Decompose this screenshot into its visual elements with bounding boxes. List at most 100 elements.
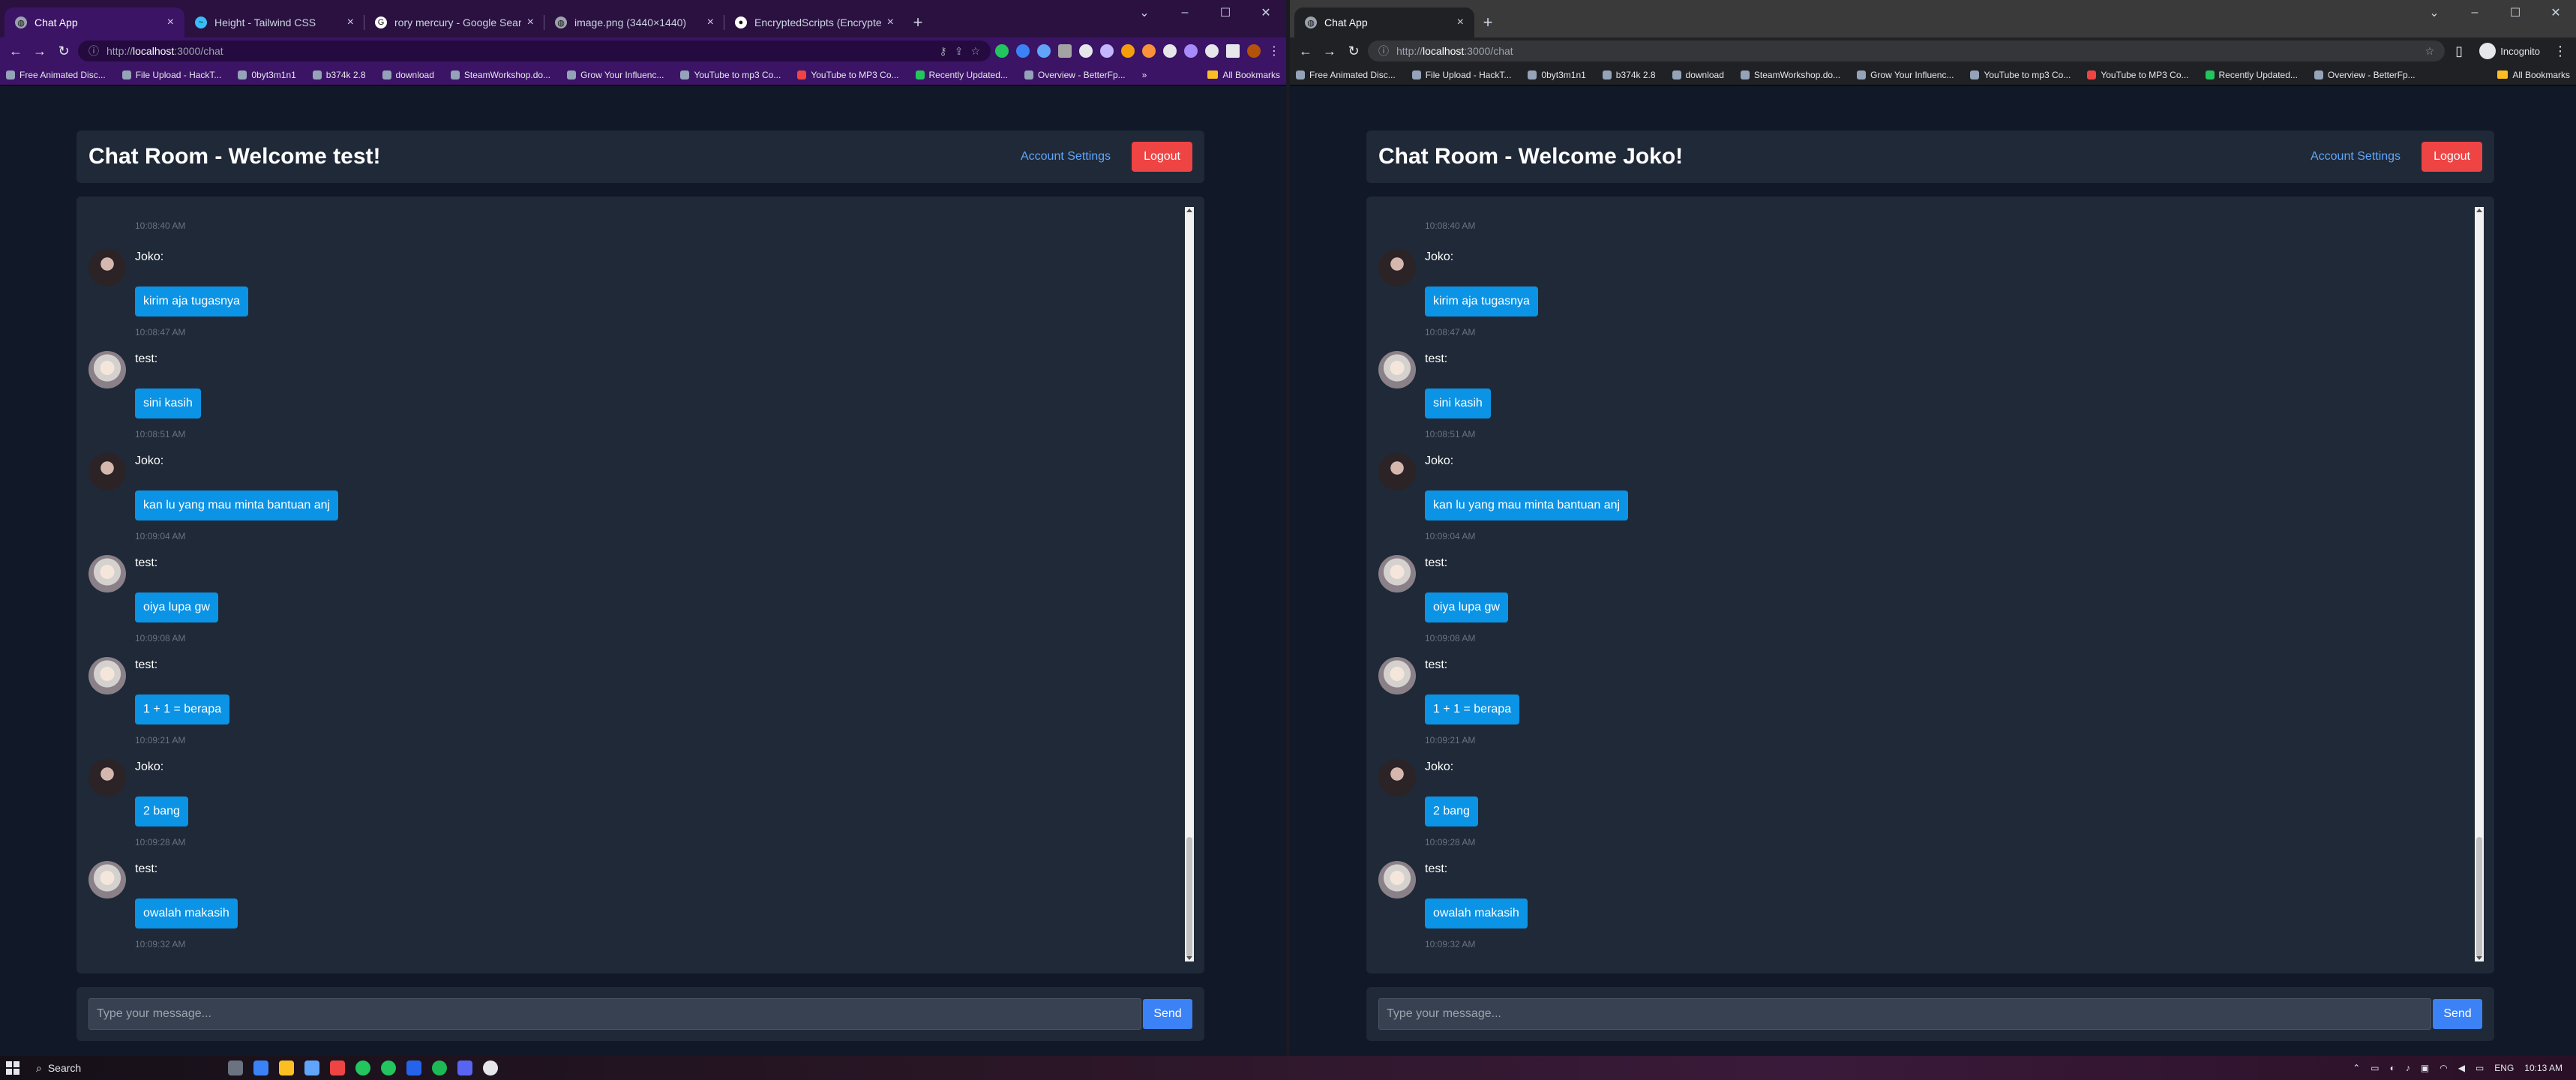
- close-tab-icon[interactable]: ×: [887, 16, 894, 29]
- logout-button[interactable]: Logout: [1132, 142, 1192, 172]
- volume-icon[interactable]: ◀: [2458, 1063, 2465, 1073]
- close-window-button[interactable]: ✕: [1246, 0, 1286, 26]
- tray-icon[interactable]: ◐: [2390, 1063, 2395, 1073]
- taskbar-search[interactable]: ⌕ Search: [30, 1058, 217, 1078]
- extension-icon[interactable]: [995, 44, 1009, 58]
- bookmark-item[interactable]: Free Animated Disc...: [6, 70, 106, 80]
- forward-icon[interactable]: →: [30, 41, 49, 61]
- minimize-button[interactable]: –: [1165, 0, 1205, 26]
- bookmark-item[interactable]: Overview - BetterFp...: [2314, 70, 2416, 80]
- bookmark-item[interactable]: Grow Your Influenc...: [567, 70, 664, 80]
- app-icon[interactable]: [253, 1060, 268, 1076]
- bookmark-item[interactable]: YouTube to mp3 Co...: [1970, 70, 2071, 80]
- tab-tailwind[interactable]: ~ Height - Tailwind CSS ×: [184, 8, 364, 38]
- extension-icon[interactable]: [1037, 44, 1051, 58]
- tab-google-search[interactable]: G rory mercury - Google Search ×: [364, 8, 544, 38]
- tab-chat-app[interactable]: ◍ Chat App ×: [4, 8, 184, 38]
- battery-icon[interactable]: ▭: [2476, 1063, 2484, 1073]
- app-icon[interactable]: [330, 1060, 345, 1076]
- share-icon[interactable]: ⇪: [955, 45, 964, 58]
- menu-icon[interactable]: ⋮: [2551, 41, 2570, 61]
- extension-icon[interactable]: [1163, 44, 1177, 58]
- bookmark-item[interactable]: Grow Your Influenc...: [1857, 70, 1954, 80]
- app-icon[interactable]: [304, 1060, 319, 1076]
- close-tab-icon[interactable]: ×: [167, 16, 174, 29]
- tray-icon[interactable]: ▣: [2421, 1063, 2429, 1073]
- menu-icon[interactable]: ⋮: [1268, 44, 1280, 58]
- all-bookmarks[interactable]: All Bookmarks: [1207, 70, 1280, 80]
- discord-icon[interactable]: [457, 1060, 472, 1076]
- maximize-button[interactable]: ☐: [1205, 0, 1246, 26]
- sidepanel-icon[interactable]: [1226, 44, 1240, 58]
- chevron-up-icon[interactable]: ⌃: [2353, 1063, 2360, 1073]
- scroll-down-arrow[interactable]: [1186, 956, 1192, 960]
- bookmark-item[interactable]: File Upload - HackT...: [1411, 70, 1511, 80]
- bookmark-item[interactable]: SteamWorkshop.do...: [450, 70, 550, 80]
- maximize-button[interactable]: ☐: [2495, 0, 2536, 26]
- scroll-up-arrow[interactable]: [2476, 208, 2482, 212]
- close-tab-icon[interactable]: ×: [347, 16, 354, 29]
- extension-icon[interactable]: [1079, 44, 1093, 58]
- bookmark-item[interactable]: Recently Updated...: [2205, 70, 2298, 80]
- bookmarks-overflow[interactable]: »: [1142, 70, 1147, 80]
- puzzle-icon[interactable]: [1205, 44, 1219, 58]
- scroll-down-arrow[interactable]: [2476, 956, 2482, 960]
- tab-image[interactable]: ◍ image.png (3440×1440) ×: [544, 8, 724, 38]
- clock[interactable]: 10:13 AM: [2524, 1063, 2563, 1073]
- info-icon[interactable]: ⓘ: [88, 44, 99, 58]
- bookmark-item[interactable]: YouTube to MP3 Co...: [2087, 70, 2189, 80]
- message-input[interactable]: Type your message...: [1378, 998, 2431, 1030]
- key-icon[interactable]: ⚷: [939, 45, 946, 58]
- message-input[interactable]: Type your message...: [88, 998, 1141, 1030]
- reload-icon[interactable]: ↻: [54, 41, 73, 61]
- close-tab-icon[interactable]: ×: [527, 16, 534, 29]
- language-indicator[interactable]: ENG: [2494, 1063, 2514, 1073]
- scrollbar[interactable]: [2475, 207, 2484, 962]
- tray-icon[interactable]: ▭: [2371, 1063, 2379, 1073]
- back-icon[interactable]: ←: [1296, 41, 1315, 61]
- message-list[interactable]: 10:08:40 AM Joko: kirim aja tugasnya 10:08:…: [1366, 196, 2494, 974]
- reload-icon[interactable]: ↻: [1344, 41, 1363, 61]
- bookmark-item[interactable]: download: [1672, 70, 1724, 80]
- scrollbar-thumb[interactable]: [1186, 837, 1192, 957]
- extension-icon[interactable]: [1058, 44, 1072, 58]
- bookmark-item[interactable]: Free Animated Disc...: [1296, 70, 1396, 80]
- scroll-up-arrow[interactable]: [1186, 208, 1192, 212]
- bookmark-item[interactable]: 0byt3m1n1: [1528, 70, 1586, 80]
- scrollbar[interactable]: [1185, 207, 1194, 962]
- bookmark-item[interactable]: b374k 2.8: [312, 70, 366, 80]
- file-explorer-icon[interactable]: [279, 1060, 294, 1076]
- profile-avatar[interactable]: [1247, 44, 1261, 58]
- extension-icon[interactable]: [1016, 44, 1030, 58]
- tab-search-icon[interactable]: ⌄: [1124, 0, 1165, 26]
- vscode-icon[interactable]: [406, 1060, 421, 1076]
- send-button[interactable]: Send: [1143, 999, 1192, 1029]
- windows-start-icon[interactable]: [6, 1061, 19, 1075]
- sidepanel-icon[interactable]: ▯: [2449, 41, 2469, 61]
- star-icon[interactable]: ☆: [970, 45, 980, 58]
- tab-chat-app[interactable]: ◍ Chat App ×: [1294, 8, 1474, 38]
- app-icon[interactable]: [483, 1060, 498, 1076]
- spotify-icon[interactable]: [432, 1060, 447, 1076]
- message-list[interactable]: 10:08:40 AM Joko: kirim aja tugasnya 10:08:…: [76, 196, 1204, 974]
- bookmark-item[interactable]: 0byt3m1n1: [238, 70, 296, 80]
- new-tab-button[interactable]: +: [904, 8, 931, 38]
- bookmark-item[interactable]: YouTube to MP3 Co...: [797, 70, 899, 80]
- bookmark-item[interactable]: File Upload - HackT...: [121, 70, 221, 80]
- minimize-button[interactable]: –: [2455, 0, 2495, 26]
- tab-search-icon[interactable]: ⌄: [2414, 0, 2455, 26]
- extension-icon[interactable]: [1100, 44, 1114, 58]
- forward-icon[interactable]: →: [1320, 41, 1339, 61]
- star-icon[interactable]: ☆: [2425, 45, 2435, 58]
- bookmark-item[interactable]: Overview - BetterFp...: [1024, 70, 1126, 80]
- all-bookmarks[interactable]: All Bookmarks: [2497, 70, 2570, 80]
- bookmark-item[interactable]: b374k 2.8: [1602, 70, 1656, 80]
- task-view-icon[interactable]: [228, 1060, 243, 1076]
- extension-icon[interactable]: [1142, 44, 1156, 58]
- send-button[interactable]: Send: [2433, 999, 2482, 1029]
- bookmark-item[interactable]: YouTube to mp3 Co...: [680, 70, 781, 80]
- back-icon[interactable]: ←: [6, 41, 25, 61]
- incognito-indicator[interactable]: Incognito: [2473, 43, 2546, 59]
- close-tab-icon[interactable]: ×: [707, 16, 714, 29]
- new-tab-button[interactable]: +: [1474, 8, 1501, 38]
